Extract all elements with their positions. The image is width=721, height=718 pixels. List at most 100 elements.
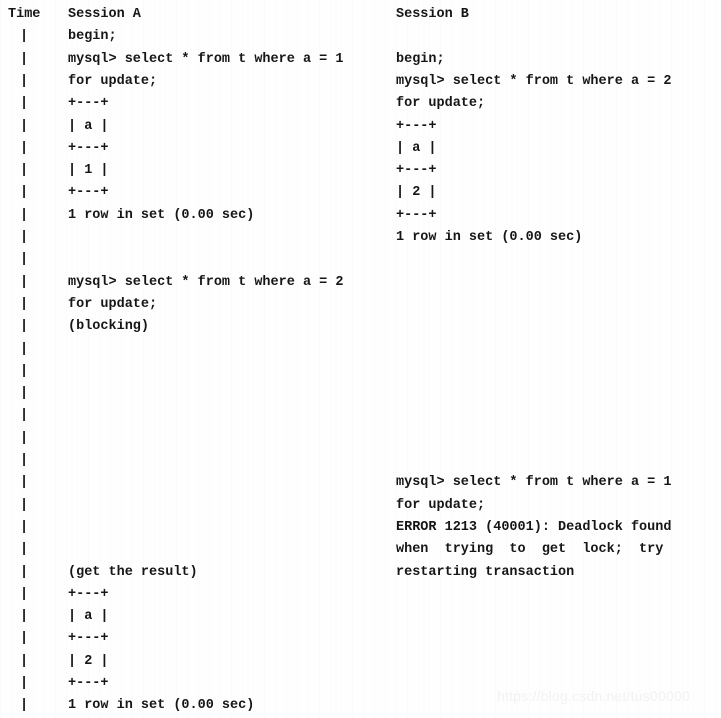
session-a-line: (get the result) xyxy=(68,564,198,580)
timeline-row: | +---+ xyxy=(0,584,721,606)
timeline-tick: | xyxy=(20,519,29,535)
timeline-row: | (blocking) xyxy=(0,316,721,338)
column-header-session-a: Session A xyxy=(68,7,141,22)
timeline-row: | | a | xyxy=(0,606,721,628)
timeline-row: | begin; xyxy=(0,26,721,48)
timeline-tick: | xyxy=(20,586,29,602)
column-header-session-b: Session B xyxy=(396,7,469,22)
timeline-row: | (get the result) restarting transaction xyxy=(0,562,721,584)
timeline-row: | | a | +---+ xyxy=(0,116,721,138)
session-b-line: mysql> select * from t where a = 1 xyxy=(396,475,672,491)
timeline-tick: | xyxy=(20,653,29,669)
timeline-tick: | xyxy=(20,609,29,625)
timeline-tick: | xyxy=(20,96,29,112)
session-b-line: ERROR 1213 (40001): Deadlock found xyxy=(396,519,672,535)
timeline-tick: | xyxy=(20,29,29,45)
timeline-tick: | xyxy=(20,542,29,558)
timeline-row: | for update; xyxy=(0,495,721,517)
session-b-line: for update; xyxy=(396,96,486,112)
session-a-line: +---+ xyxy=(68,140,109,156)
session-b-line: for update; xyxy=(396,497,486,513)
session-b-line: +---+ xyxy=(396,118,437,134)
session-timeline-grid: Time Session A Session B | begin; | mysql> sel… xyxy=(0,0,721,718)
timeline-tick: | xyxy=(20,163,29,179)
timeline-tick: | xyxy=(20,453,29,468)
timeline-row: | for update; mysql> select * from t where… xyxy=(0,71,721,93)
header-row: Time Session A Session B xyxy=(0,4,721,26)
session-b-line: | a | xyxy=(396,140,437,156)
timeline-tick: | xyxy=(20,698,29,714)
timeline-tick: | xyxy=(20,631,29,647)
session-a-line: 1 row in set (0.00 sec) xyxy=(68,698,255,714)
timeline-row: | xyxy=(0,405,721,427)
timeline-row: | when trying to get lock; try xyxy=(0,539,721,561)
timeline-tick: | xyxy=(20,386,29,402)
timeline-row: | xyxy=(0,361,721,383)
timeline-tick: | xyxy=(20,408,29,424)
session-a-line: (blocking) xyxy=(68,319,150,335)
timeline-tick: | xyxy=(20,497,29,513)
timeline-tick: | xyxy=(20,676,29,691)
timeline-tick: | xyxy=(20,319,29,335)
timeline-row: | for update; xyxy=(0,294,721,316)
timeline-tick: | xyxy=(20,73,29,89)
session-a-line: | 1 | xyxy=(68,163,109,179)
timeline-tick: | xyxy=(20,185,29,201)
session-b-line: mysql> select * from t where a = 2 xyxy=(396,73,672,89)
timeline-row: | +---+ xyxy=(0,628,721,650)
timeline-row: | | 1 | +---+ xyxy=(0,160,721,182)
session-b-line: +---+ xyxy=(396,207,437,223)
session-a-line: for update; xyxy=(68,73,158,89)
session-a-line: | 2 | xyxy=(68,653,109,669)
session-a-line: +---+ xyxy=(68,96,109,112)
session-a-line: +---+ xyxy=(68,631,109,647)
session-a-line: mysql> select * from t where a = 1 xyxy=(68,51,344,67)
timeline-tick: | xyxy=(20,140,29,156)
session-a-line: | a | xyxy=(68,118,109,134)
session-b-line: when trying to get lock; try xyxy=(396,542,664,558)
timeline-row: | 1 row in set (0.00 sec) +---+ xyxy=(0,205,721,227)
timeline-row: | xyxy=(0,428,721,450)
timeline-row: | ERROR 1213 (40001): Deadlock found xyxy=(0,517,721,539)
timeline-row: | 1 row in set (0.00 sec) xyxy=(0,227,721,249)
timeline-row: | mysql> select * from t where a = 1 xyxy=(0,472,721,494)
timeline-tick: | xyxy=(20,475,29,491)
timeline-row: | mysql> select * from t where a = 2 xyxy=(0,272,721,294)
timeline-row: | xyxy=(0,339,721,361)
timeline-row: | +---+ | a | xyxy=(0,138,721,160)
column-header-time: Time xyxy=(8,7,41,22)
timeline-row: | mysql> select * from t where a = 1 begin… xyxy=(0,49,721,71)
timeline-tick: | xyxy=(20,118,29,134)
session-a-line: mysql> select * from t where a = 2 xyxy=(68,274,344,290)
timeline-tick: | xyxy=(20,296,29,312)
deadlock-timeline-figure: Time Session A Session B | begin; | mysql> sel… xyxy=(0,0,721,718)
timeline-tick: | xyxy=(20,207,29,223)
timeline-row: | +---+ for update; xyxy=(0,93,721,115)
session-a-line: | a | xyxy=(68,609,109,625)
timeline-tick: | xyxy=(20,341,29,357)
timeline-tick: | xyxy=(20,363,29,379)
timeline-tick: | xyxy=(20,274,29,290)
timeline-tick: | xyxy=(20,430,29,446)
session-b-line: begin; xyxy=(396,51,445,67)
timeline-tick: | xyxy=(20,51,29,67)
session-b-line: +---+ xyxy=(396,163,437,179)
session-a-line: +---+ xyxy=(68,185,109,201)
session-a-line: +---+ xyxy=(68,676,109,691)
session-a-line: +---+ xyxy=(68,586,109,602)
timeline-row: | xyxy=(0,450,721,472)
timeline-row: | xyxy=(0,249,721,271)
session-a-line: begin; xyxy=(68,29,117,45)
timeline-row: | +---+ | 2 | xyxy=(0,182,721,204)
csdn-watermark: https://blog.csdn.net/tus00000 xyxy=(497,688,690,704)
session-b-line: | 2 | xyxy=(396,185,437,201)
session-b-line: 1 row in set (0.00 sec) xyxy=(396,230,583,245)
timeline-tick: | xyxy=(20,252,29,268)
session-b-line: restarting transaction xyxy=(396,564,575,580)
timeline-row: | | 2 | xyxy=(0,651,721,673)
timeline-tick: | xyxy=(20,230,29,245)
session-a-line: 1 row in set (0.00 sec) xyxy=(68,207,255,223)
session-a-line: for update; xyxy=(68,296,158,312)
timeline-row: | xyxy=(0,383,721,405)
timeline-tick: | xyxy=(20,564,29,580)
